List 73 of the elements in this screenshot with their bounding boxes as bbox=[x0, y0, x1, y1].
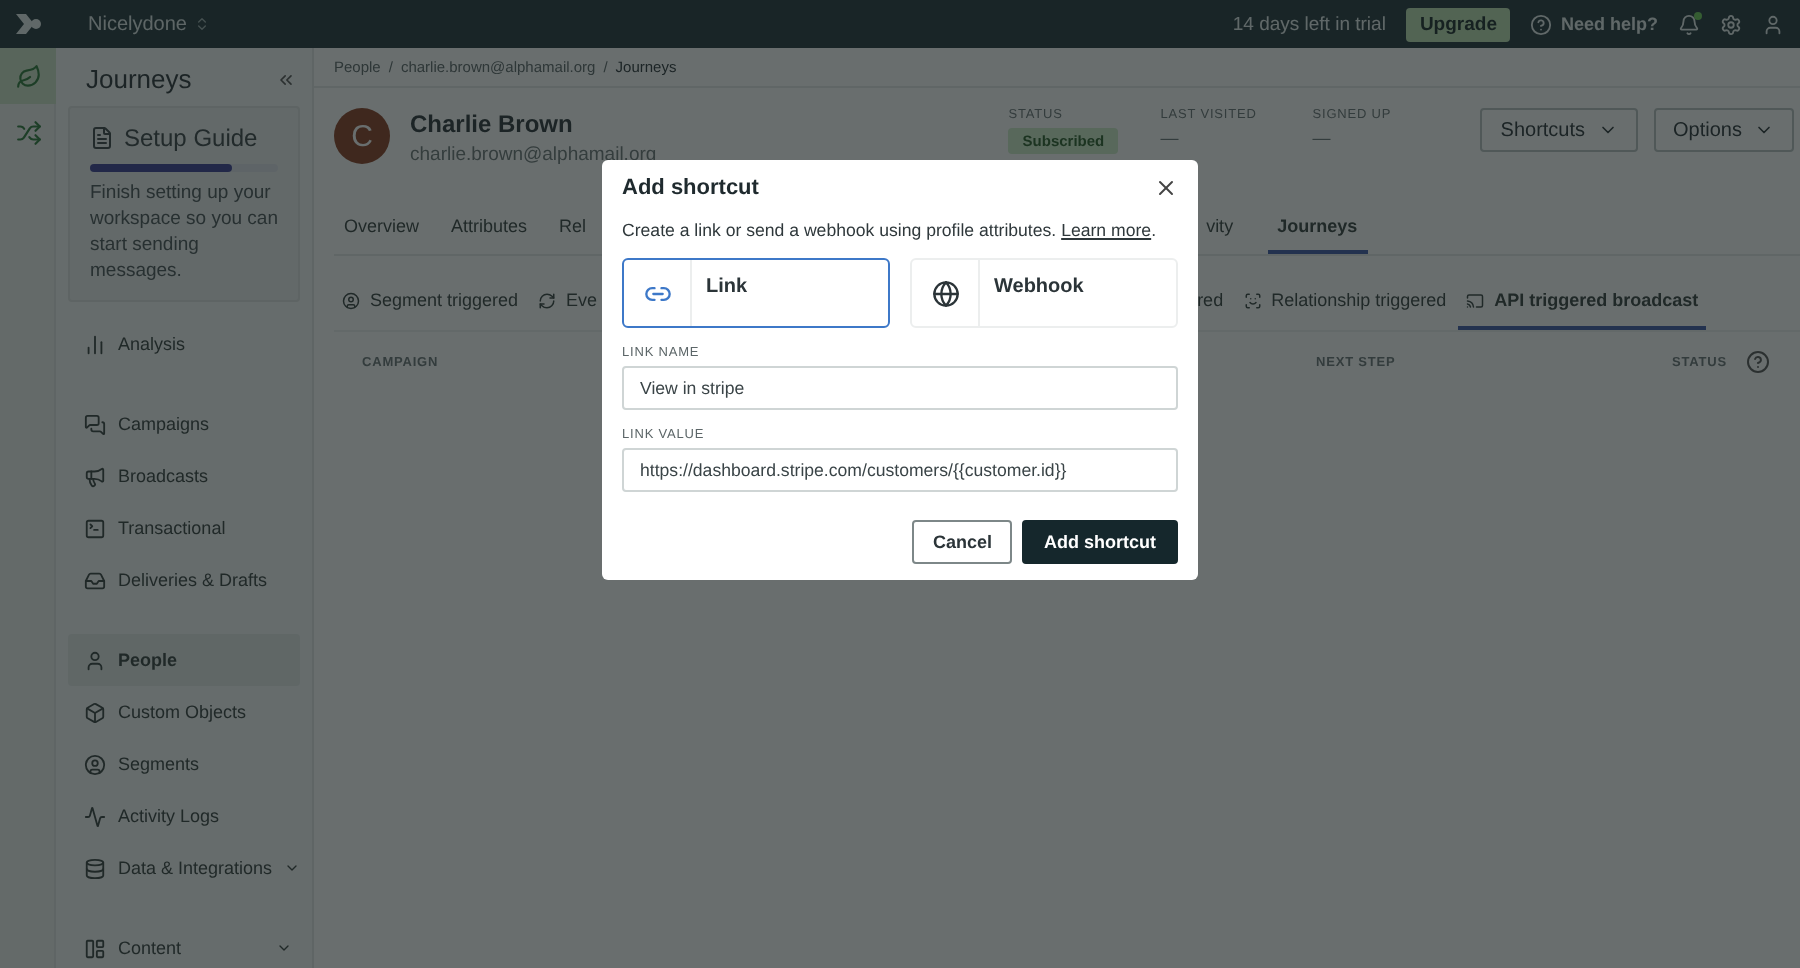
tab[interactable]: Rel bbox=[549, 216, 597, 254]
setup-guide-card[interactable]: Setup Guide Finish setting up your workspace so you can start sending messages. bbox=[68, 106, 300, 302]
workspace-name[interactable]: Nicelydone bbox=[88, 13, 187, 35]
tab[interactable]: vity bbox=[1196, 216, 1244, 254]
add-shortcut-button[interactable]: Add shortcut bbox=[1022, 520, 1178, 564]
sidebar-item[interactable]: People bbox=[68, 634, 300, 686]
globe-icon bbox=[931, 279, 959, 307]
sidebar-item[interactable]: Segments bbox=[68, 738, 300, 790]
item-icon bbox=[84, 413, 106, 435]
input-field[interactable]: View in stripe bbox=[622, 366, 1178, 410]
bell-icon[interactable] bbox=[1678, 13, 1700, 35]
dropdown-button[interactable]: Options bbox=[1653, 108, 1794, 152]
item-icon bbox=[84, 333, 106, 355]
help-button[interactable]: Need help? bbox=[1530, 13, 1658, 35]
item-icon bbox=[84, 569, 106, 591]
input-field[interactable]: https://dashboard.stripe.com/customers/{{customer.id}} bbox=[622, 448, 1178, 492]
sidebar-item[interactable]: Custom Objects bbox=[68, 686, 300, 738]
stat-value: — bbox=[1160, 128, 1181, 148]
trigger-tab[interactable]: red bbox=[1189, 290, 1232, 330]
avatar: C bbox=[334, 108, 390, 164]
item-icon bbox=[84, 937, 106, 959]
sidebar-item[interactable]: Broadcasts bbox=[68, 450, 300, 502]
item-icon bbox=[84, 701, 106, 723]
sidebar-item[interactable]: Activity Logs bbox=[68, 790, 300, 842]
rail-button[interactable] bbox=[0, 48, 56, 104]
shuffle-icon bbox=[15, 119, 41, 145]
user-icon[interactable] bbox=[1762, 13, 1784, 35]
document-icon bbox=[90, 126, 114, 150]
item-icon bbox=[84, 465, 106, 487]
shortcut-type-option[interactable]: Link bbox=[622, 258, 890, 328]
trigger-tab[interactable]: API triggered broadcast bbox=[1458, 290, 1707, 330]
trigger-tab[interactable]: Eve bbox=[530, 290, 606, 330]
upgrade-button[interactable]: Upgrade bbox=[1405, 7, 1511, 41]
help-icon[interactable] bbox=[1746, 350, 1771, 374]
help-icon bbox=[1530, 13, 1553, 35]
tab[interactable]: Journeys bbox=[1267, 216, 1368, 254]
refresh-icon bbox=[538, 291, 557, 309]
sidebar-item[interactable]: Transactional bbox=[68, 502, 300, 554]
trial-text: 14 days left in trial bbox=[1232, 13, 1386, 35]
logo-icon bbox=[14, 12, 42, 36]
sidebar-item[interactable]: Analysis bbox=[68, 318, 300, 370]
sidebar-item[interactable]: Data & Integrations bbox=[68, 842, 300, 894]
trigger-tab[interactable]: Relationship triggered bbox=[1235, 290, 1455, 330]
learn-more-link[interactable]: Learn more bbox=[1061, 220, 1152, 240]
settings-icon[interactable] bbox=[1720, 13, 1742, 35]
tab[interactable]: Overview bbox=[334, 216, 430, 254]
user-circle-icon bbox=[342, 291, 360, 309]
sidebar-item[interactable]: Campaigns bbox=[68, 398, 300, 450]
trigger-tab[interactable]: Segment triggered bbox=[334, 290, 527, 330]
profile-name: Charlie Brown bbox=[410, 110, 575, 138]
dialog-description: Create a link or send a webhook using profile attributes. Learn more. bbox=[622, 220, 1159, 240]
tab[interactable]: Attributes bbox=[441, 216, 538, 254]
cancel-button[interactable]: Cancel bbox=[912, 520, 1012, 564]
cast-icon bbox=[1466, 291, 1485, 309]
setup-guide-text: Finish setting up your workspace so you can start sending messages. bbox=[90, 180, 278, 284]
close-button[interactable] bbox=[1154, 176, 1178, 200]
item-icon bbox=[84, 753, 106, 775]
face-scan-icon bbox=[1243, 291, 1262, 309]
sidebar-item[interactable]: Content bbox=[68, 922, 300, 968]
sidebar-item[interactable]: Deliveries & Drafts bbox=[68, 554, 300, 606]
collapse-icon[interactable] bbox=[276, 69, 296, 89]
chevron-icon[interactable] bbox=[194, 16, 211, 32]
shortcut-type-option[interactable]: Webhook bbox=[910, 258, 1178, 328]
item-icon bbox=[84, 805, 106, 827]
item-icon bbox=[84, 649, 106, 671]
stat-value: — bbox=[1312, 128, 1333, 148]
dropdown-button[interactable]: Shortcuts bbox=[1480, 108, 1638, 152]
item-icon bbox=[84, 857, 106, 879]
item-icon bbox=[84, 517, 106, 539]
sidebar-title: Journeys bbox=[86, 64, 192, 94]
leaf-icon bbox=[15, 63, 41, 89]
dialog-title: Add shortcut bbox=[622, 176, 759, 200]
setup-guide-title: Setup Guide bbox=[124, 124, 258, 152]
